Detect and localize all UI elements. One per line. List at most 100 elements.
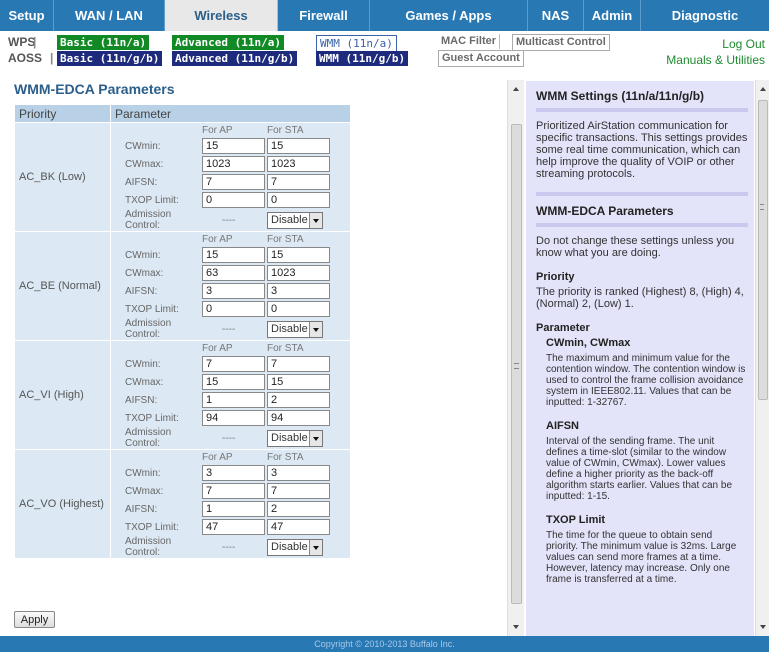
cwmin-sta-input[interactable] — [267, 356, 330, 372]
aifsn-ap-input[interactable] — [202, 501, 265, 517]
priority-label: AC_BK (Low) — [14, 122, 111, 232]
spacer — [111, 450, 202, 464]
subnav-guest-account[interactable]: Guest Account — [438, 50, 524, 67]
subnav-aoss[interactable]: AOSS — [8, 51, 42, 66]
parameter-row: TXOP Limit: — [111, 191, 350, 209]
cwmax-sta-input[interactable] — [267, 265, 330, 281]
cwmax-ap-input[interactable] — [202, 156, 265, 172]
cwmax-sta-input[interactable] — [267, 156, 330, 172]
admission-sta-select[interactable]: Disable — [267, 429, 323, 447]
for-ap-label: For AP — [202, 342, 233, 354]
admission-sta-select[interactable]: Disable — [267, 211, 323, 229]
cwmax-sta-input[interactable] — [267, 483, 330, 499]
help-text-wmm: Prioritized AirStation communication for… — [536, 120, 748, 180]
subnav-advanced-11ngb[interactable]: Advanced (11n/g/b) — [172, 51, 298, 66]
parameter-row: CWmax: — [111, 373, 350, 391]
spacer — [111, 123, 202, 137]
manuals-link[interactable]: Manuals & Utilities — [666, 53, 765, 67]
aifsn-label: AIFSN: — [125, 394, 158, 406]
cwmin-label: CWmin: — [125, 249, 161, 261]
scroll-down-icon[interactable] — [513, 625, 519, 629]
parameter-cell: For AP For STA CWmin: CWmax: AIFSN: TXOP Limi… — [110, 449, 351, 559]
parameter-row: CWmin: — [111, 137, 350, 155]
cwmin-sta-input[interactable] — [267, 138, 330, 154]
cwmax-ap-input[interactable] — [202, 374, 265, 390]
subnav-mac-filter[interactable]: MAC Filter — [438, 34, 500, 49]
cwmax-ap-input[interactable] — [202, 483, 265, 499]
txop-limit-sta-input[interactable] — [267, 410, 330, 426]
cwmin-ap-input[interactable] — [202, 138, 265, 154]
help-text-priority: The priority is ranked (Highest) 8, (Hig… — [536, 286, 744, 310]
tab-diagnostic[interactable]: Diagnostic — [641, 0, 769, 31]
tab-games-apps[interactable]: Games / Apps — [370, 0, 528, 31]
aifsn-ap-input[interactable] — [202, 392, 265, 408]
priority-group-row: AC_BK (Low) For AP For STA CWmin: CWmax: AIFS… — [14, 122, 351, 232]
chevron-down-icon — [309, 430, 322, 446]
divider: | — [50, 51, 54, 65]
help-scrollbar[interactable] — [755, 80, 769, 636]
grip-icon — [760, 204, 764, 210]
tab-firewall[interactable]: Firewall — [278, 0, 370, 31]
tab-admin[interactable]: Admin — [584, 0, 641, 31]
subnav-wmm-11ngb[interactable]: WMM (11n/g/b) — [316, 51, 409, 66]
tab-nas[interactable]: NAS — [528, 0, 584, 31]
cwmin-sta-input[interactable] — [267, 465, 330, 481]
cwmax-ap-input[interactable] — [202, 265, 265, 281]
aifsn-sta-input[interactable] — [267, 283, 330, 299]
txop-limit-sta-input[interactable] — [267, 519, 330, 535]
tab-wireless[interactable]: Wireless — [165, 0, 278, 31]
txop-limit-ap-input[interactable] — [202, 519, 265, 535]
txop-limit-ap-input[interactable] — [202, 192, 265, 208]
main-scrollbar[interactable] — [507, 80, 524, 636]
scroll-thumb[interactable] — [758, 100, 768, 400]
help-text-aifsn: Interval of the sending frame. The unit … — [546, 436, 733, 502]
parameter-row: Admission Control: ---- Disable — [111, 318, 350, 340]
admission-sta-value: Disable — [271, 540, 308, 553]
subnav-advanced-11na[interactable]: Advanced (11n/a) — [172, 35, 284, 50]
aifsn-sta-input[interactable] — [267, 501, 330, 517]
logout-link[interactable]: Log Out — [722, 37, 765, 51]
help-text-txop: The time for the queue to obtain send pr… — [546, 530, 737, 585]
column-header-row: For AP For STA — [111, 123, 350, 137]
cwmax-sta-input[interactable] — [267, 374, 330, 390]
spacer — [111, 341, 202, 355]
column-header-row: For AP For STA — [111, 232, 350, 246]
cwmin-sta-input[interactable] — [267, 247, 330, 263]
tab-setup[interactable]: Setup — [0, 0, 54, 31]
page-title: WMM-EDCA Parameters — [14, 81, 175, 97]
parameter-row: CWmax: — [111, 482, 350, 500]
subnav-basic-11na[interactable]: Basic (11n/a) — [57, 35, 150, 50]
cwmin-label: CWmin: — [125, 467, 161, 479]
priority-label: AC_VI (High) — [14, 340, 111, 450]
txop-limit-sta-input[interactable] — [267, 192, 330, 208]
cwmin-ap-input[interactable] — [202, 356, 265, 372]
for-ap-label: For AP — [202, 451, 233, 463]
cwmin-ap-input[interactable] — [202, 247, 265, 263]
subnav-wps[interactable]: WPS — [8, 35, 35, 50]
admission-control-label: Admission Control: — [125, 209, 172, 231]
txop-limit-sta-input[interactable] — [267, 301, 330, 317]
parameter-row: CWmin: — [111, 464, 350, 482]
scroll-up-icon[interactable] — [513, 87, 519, 91]
txop-limit-ap-input[interactable] — [202, 301, 265, 317]
subnav-basic-11ngb[interactable]: Basic (11n/g/b) — [57, 51, 163, 66]
subnav-wmm-11na[interactable]: WMM (11n/a) — [316, 35, 397, 52]
for-sta-label: For STA — [267, 342, 304, 354]
admission-sta-select[interactable]: Disable — [267, 320, 323, 338]
apply-button[interactable]: Apply — [14, 611, 55, 628]
spacer — [111, 232, 202, 246]
cwmin-ap-input[interactable] — [202, 465, 265, 481]
subnav-multicast-control[interactable]: Multicast Control — [512, 34, 610, 51]
aifsn-sta-input[interactable] — [267, 174, 330, 190]
aifsn-sta-input[interactable] — [267, 392, 330, 408]
txop-limit-ap-input[interactable] — [202, 410, 265, 426]
scroll-up-icon[interactable] — [760, 87, 766, 91]
scroll-down-icon[interactable] — [760, 625, 766, 629]
aifsn-ap-input[interactable] — [202, 283, 265, 299]
aifsn-label: AIFSN: — [125, 285, 158, 297]
for-ap-label: For AP — [202, 233, 233, 245]
divider — [536, 223, 748, 227]
aifsn-ap-input[interactable] — [202, 174, 265, 190]
tab-wan-lan[interactable]: WAN / LAN — [54, 0, 165, 31]
admission-sta-select[interactable]: Disable — [267, 538, 323, 556]
